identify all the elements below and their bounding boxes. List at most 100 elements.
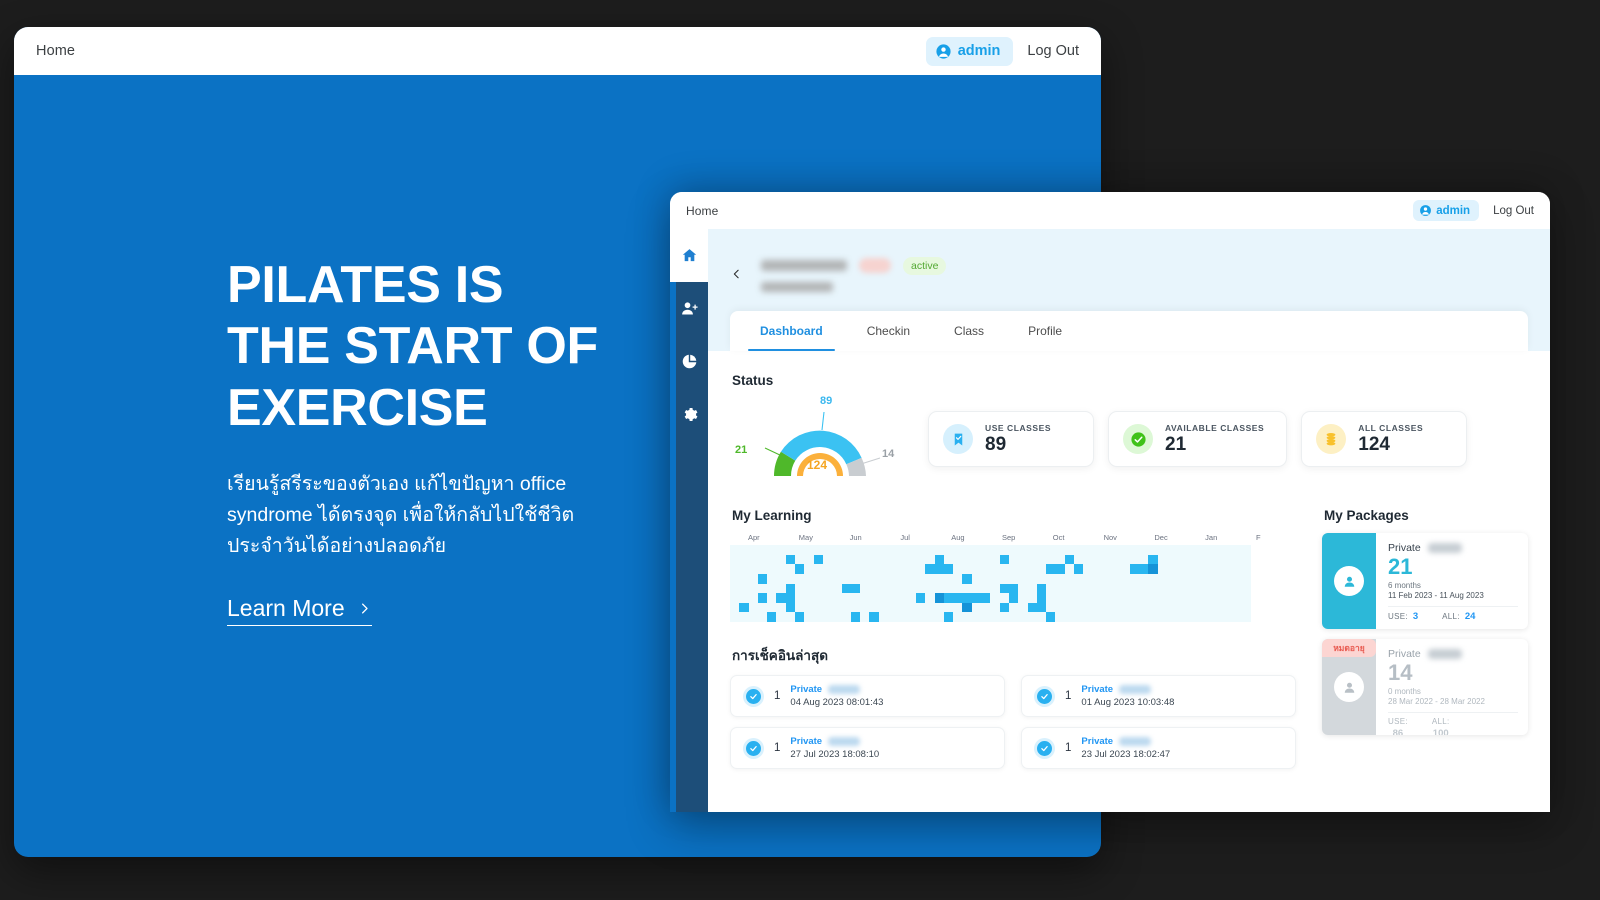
heatmap-cell[interactable] (1194, 573, 1205, 584)
heatmap-cell[interactable] (888, 545, 898, 555)
heatmap-cell[interactable] (953, 564, 963, 574)
heatmap-cell[interactable] (1008, 612, 1019, 622)
heatmap-cell[interactable] (878, 602, 889, 613)
heatmap-cell[interactable] (1176, 612, 1186, 622)
heatmap-cell[interactable] (785, 593, 796, 603)
heatmap-cell[interactable] (878, 554, 889, 565)
heatmap-cell[interactable] (1073, 545, 1084, 555)
heatmap-cell[interactable] (1055, 554, 1065, 565)
heatmap-cell[interactable] (804, 612, 814, 622)
heatmap-cell[interactable] (1176, 564, 1186, 574)
heatmap-cell[interactable] (1027, 602, 1037, 613)
heatmap-cell[interactable] (1111, 554, 1121, 565)
heatmap-cell[interactable] (1213, 545, 1223, 555)
heatmap-cell[interactable] (990, 564, 1000, 574)
heatmap-cell[interactable] (1185, 602, 1195, 613)
heatmap-cell[interactable] (748, 554, 758, 565)
heatmap-cell[interactable] (804, 564, 814, 574)
heatmap-cell[interactable] (1213, 593, 1223, 603)
heatmap-cell[interactable] (906, 573, 916, 584)
heatmap-cell[interactable] (1018, 602, 1028, 613)
heatmap-cell[interactable] (943, 564, 954, 574)
heatmap-cell[interactable] (971, 602, 982, 613)
heatmap-cell[interactable] (1148, 573, 1158, 584)
hero-admin-chip[interactable]: admin (925, 36, 1014, 66)
heatmap-cell[interactable] (1036, 564, 1047, 574)
heatmap-cell[interactable] (897, 612, 907, 622)
heatmap-cell[interactable] (1232, 612, 1242, 622)
heatmap-cell[interactable] (953, 593, 963, 603)
heatmap-cell[interactable] (1101, 573, 1112, 584)
heatmap-cell[interactable] (953, 573, 963, 584)
heatmap-cell[interactable] (757, 554, 768, 565)
heatmap-cell[interactable] (1185, 564, 1195, 574)
heatmap-cell[interactable] (1120, 554, 1130, 565)
heatmap-cell[interactable] (1120, 564, 1130, 574)
heatmap-cell[interactable] (1204, 564, 1214, 574)
heatmap-cell[interactable] (832, 545, 842, 555)
heatmap-cell[interactable] (1213, 602, 1223, 613)
heatmap-cell[interactable] (962, 602, 972, 613)
heatmap-cell[interactable] (1213, 554, 1223, 565)
heatmap-cell[interactable] (767, 545, 777, 555)
heatmap-cell[interactable] (832, 583, 842, 594)
heatmap-cell[interactable] (1129, 545, 1140, 555)
heatmap-cell[interactable] (897, 602, 907, 613)
heatmap-cell[interactable] (1036, 602, 1047, 613)
heatmap-cell[interactable] (739, 545, 749, 555)
heatmap-cell[interactable] (1055, 593, 1065, 603)
heatmap-cell[interactable] (1046, 573, 1056, 584)
heatmap-cell[interactable] (1018, 612, 1028, 622)
heatmap-cell[interactable] (1092, 612, 1102, 622)
heatmap-cell[interactable] (934, 564, 944, 574)
dashboard-admin-chip[interactable]: admin (1413, 200, 1480, 221)
heatmap-cell[interactable] (906, 593, 916, 603)
heatmap-cell[interactable] (1083, 573, 1093, 584)
heatmap-cell[interactable] (795, 573, 805, 584)
heatmap-cell[interactable] (1046, 545, 1056, 555)
heatmap-cell[interactable] (1092, 573, 1102, 584)
heatmap-cell[interactable] (1148, 602, 1158, 613)
heatmap-cell[interactable] (1204, 593, 1214, 603)
heatmap-cell[interactable] (1101, 612, 1112, 622)
heatmap-cell[interactable] (1083, 612, 1093, 622)
heatmap-cell[interactable] (1185, 583, 1195, 594)
dashboard-logout-button[interactable]: Log Out (1493, 205, 1534, 217)
hero-logout-button[interactable]: Log Out (1027, 43, 1079, 59)
heatmap-cell[interactable] (888, 602, 898, 613)
heatmap-cell[interactable] (822, 602, 833, 613)
heatmap-cell[interactable] (860, 554, 870, 565)
heatmap-cell[interactable] (1213, 564, 1223, 574)
heatmap-cell[interactable] (906, 612, 916, 622)
heatmap-cell[interactable] (953, 602, 963, 613)
heatmap-cell[interactable] (832, 554, 842, 565)
heatmap-cell[interactable] (1120, 573, 1130, 584)
heatmap-cell[interactable] (1120, 593, 1130, 603)
heatmap-cell[interactable] (915, 612, 926, 622)
heatmap-cell[interactable] (1046, 602, 1056, 613)
heatmap-cell[interactable] (934, 545, 944, 555)
heatmap-cell[interactable] (888, 593, 898, 603)
heatmap-cell[interactable] (1055, 602, 1065, 613)
heatmap-cell[interactable] (1194, 564, 1205, 574)
heatmap-cell[interactable] (897, 564, 907, 574)
heatmap-cell[interactable] (999, 593, 1009, 603)
heatmap-cell[interactable] (897, 573, 907, 584)
heatmap-cell[interactable] (748, 573, 758, 584)
heatmap-cell[interactable] (1204, 602, 1214, 613)
heatmap-cell[interactable] (1241, 612, 1251, 622)
heatmap-cell[interactable] (943, 554, 954, 565)
checkin-card[interactable]: 1 Private 01 Aug 2023 10:03:48 (1021, 675, 1296, 717)
heatmap-cell[interactable] (1222, 545, 1233, 555)
heatmap-cell[interactable] (888, 554, 898, 565)
heatmap-cell[interactable] (1092, 602, 1102, 613)
heatmap-cell[interactable] (953, 545, 963, 555)
sidebar-item-settings[interactable] (670, 388, 708, 441)
heatmap-cell[interactable] (1129, 612, 1140, 622)
heatmap-cell[interactable] (776, 573, 786, 584)
heatmap-cell[interactable] (1129, 564, 1140, 574)
heatmap-cell[interactable] (1157, 593, 1167, 603)
heatmap-cell[interactable] (999, 554, 1009, 565)
sidebar-item-add-user[interactable] (670, 282, 708, 335)
heatmap-cell[interactable] (1101, 564, 1112, 574)
